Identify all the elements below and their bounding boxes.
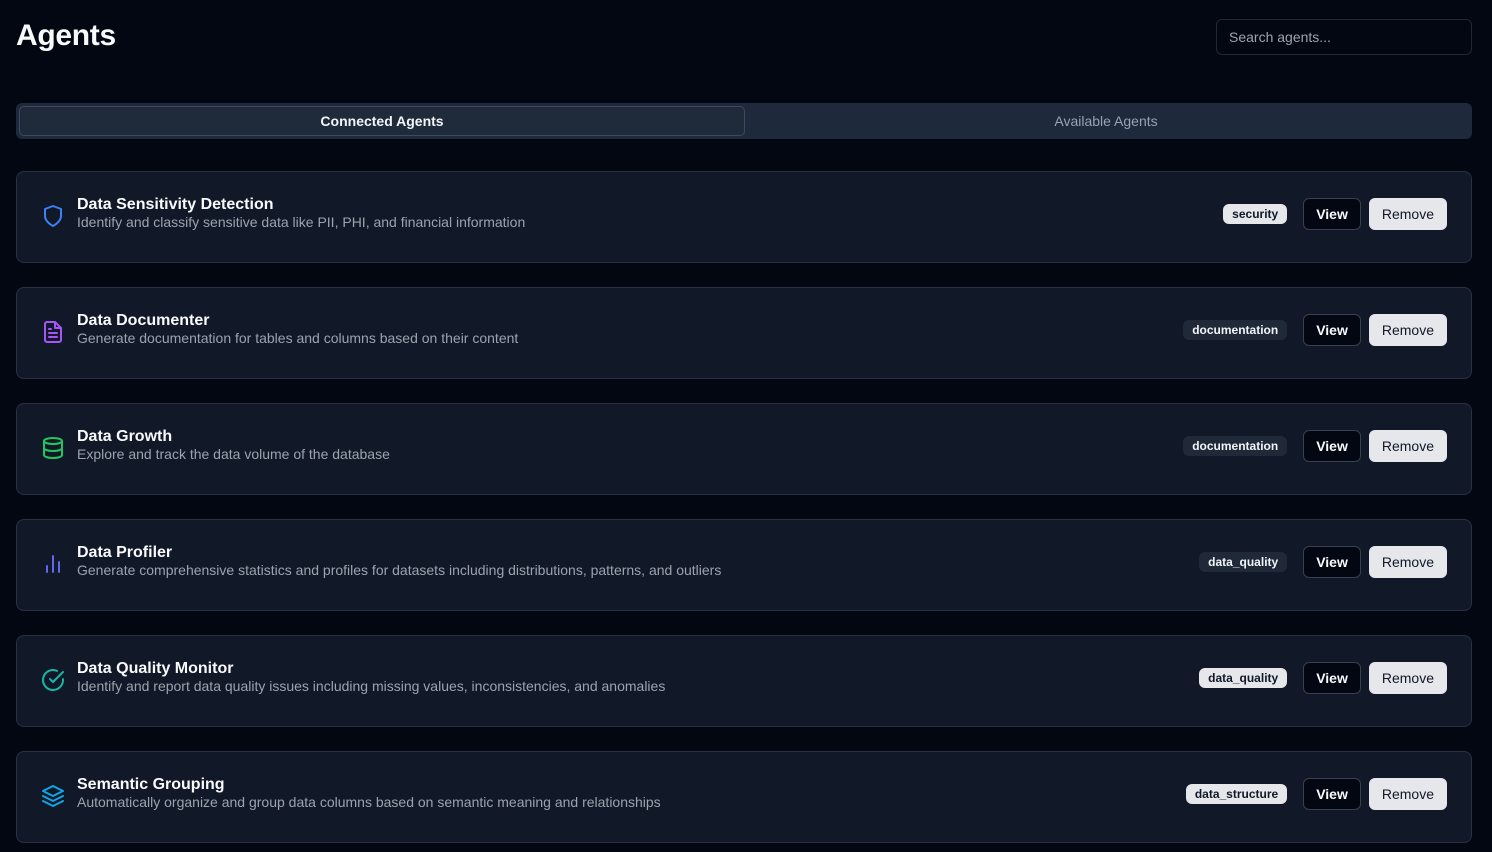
category-badge: data_quality bbox=[1199, 552, 1288, 572]
remove-button[interactable]: Remove bbox=[1368, 546, 1447, 578]
agent-card: Semantic Grouping Automatically organize… bbox=[16, 751, 1472, 843]
category-badge: data_structure bbox=[1185, 784, 1288, 804]
remove-button[interactable]: Remove bbox=[1368, 198, 1447, 230]
agent-card: Data Documenter Generate documentation f… bbox=[16, 287, 1472, 379]
view-button[interactable]: View bbox=[1303, 430, 1361, 462]
check-circle-icon bbox=[41, 668, 65, 692]
layers-icon bbox=[41, 784, 65, 808]
remove-button[interactable]: Remove bbox=[1368, 778, 1447, 810]
agent-title: Data Profiler bbox=[77, 544, 173, 561]
document-icon bbox=[41, 320, 65, 344]
page-header: Agents bbox=[16, 16, 1472, 56]
agent-card: Data Profiler Generate comprehensive sta… bbox=[16, 519, 1472, 611]
remove-button[interactable]: Remove bbox=[1368, 430, 1447, 462]
agent-title: Data Growth bbox=[77, 428, 173, 445]
agents-page: Agents Connected Agents Available Agents… bbox=[0, 0, 1492, 852]
category-badge: data_quality bbox=[1199, 668, 1288, 688]
view-button[interactable]: View bbox=[1303, 778, 1361, 810]
agent-title: Data Documenter bbox=[77, 312, 210, 329]
agent-actions: data_quality View Remove bbox=[1199, 546, 1447, 578]
view-button[interactable]: View bbox=[1303, 662, 1361, 694]
agent-list: Data Sensitivity Detection Identify and … bbox=[16, 171, 1472, 852]
tab-available-agents[interactable]: Available Agents bbox=[744, 107, 1468, 135]
category-badge: documentation bbox=[1183, 436, 1288, 456]
search-input[interactable] bbox=[1216, 19, 1472, 55]
remove-button[interactable]: Remove bbox=[1368, 662, 1447, 694]
category-badge: security bbox=[1223, 204, 1288, 224]
agent-actions: data_quality View Remove bbox=[1199, 662, 1447, 694]
view-button[interactable]: View bbox=[1303, 314, 1361, 346]
category-badge: documentation bbox=[1183, 320, 1288, 340]
tab-list: Connected Agents Available Agents bbox=[16, 103, 1472, 139]
database-icon bbox=[41, 436, 65, 460]
agent-description: Explore and track the data volume of the… bbox=[77, 446, 390, 462]
view-button[interactable]: View bbox=[1303, 198, 1361, 230]
agent-actions: documentation View Remove bbox=[1183, 430, 1447, 462]
agent-actions: security View Remove bbox=[1223, 198, 1447, 230]
agent-actions: documentation View Remove bbox=[1183, 314, 1447, 346]
tab-connected-agents[interactable]: Connected Agents bbox=[20, 107, 744, 135]
agent-description: Automatically organize and group data co… bbox=[77, 794, 661, 810]
agent-description: Identify and classify sensitive data lik… bbox=[77, 214, 526, 230]
agent-card: Data Growth Explore and track the data v… bbox=[16, 403, 1472, 495]
page-title: Agents bbox=[16, 19, 116, 52]
agent-title: Data Sensitivity Detection bbox=[77, 196, 274, 213]
agent-description: Identify and report data quality issues … bbox=[77, 678, 666, 694]
agent-description: Generate documentation for tables and co… bbox=[77, 330, 519, 346]
agent-actions: data_structure View Remove bbox=[1185, 778, 1447, 810]
view-button[interactable]: View bbox=[1303, 546, 1361, 578]
agent-title: Semantic Grouping bbox=[77, 776, 225, 793]
agent-card: Data Quality Monitor Identify and report… bbox=[16, 635, 1472, 727]
agent-title: Data Quality Monitor bbox=[77, 660, 234, 677]
bar-chart-icon bbox=[41, 552, 65, 576]
shield-icon bbox=[41, 204, 65, 228]
remove-button[interactable]: Remove bbox=[1368, 314, 1447, 346]
agent-description: Generate comprehensive statistics and pr… bbox=[77, 562, 722, 578]
agent-card: Data Sensitivity Detection Identify and … bbox=[16, 171, 1472, 263]
